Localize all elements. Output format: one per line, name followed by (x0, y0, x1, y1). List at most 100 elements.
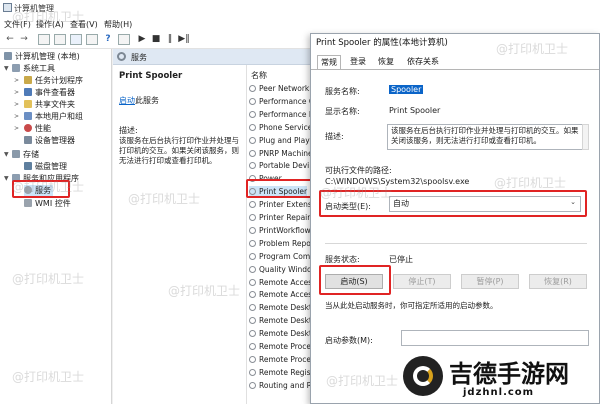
expand-arrow-icon[interactable]: ▼ (4, 175, 9, 182)
up-folder-icon[interactable] (38, 34, 50, 45)
service-name-cell: Routing and R (259, 380, 312, 390)
service-name-cell: Problem Repor (259, 238, 313, 248)
tree-label: WMI 控件 (35, 199, 71, 208)
tree-item-root[interactable]: 计算机管理 (本地) (4, 51, 80, 62)
table-row[interactable]: Performance C (249, 96, 313, 108)
logo-subtext: jdzhnl.com (463, 387, 535, 398)
watermark: @打印机卫士 (12, 272, 85, 286)
table-row[interactable]: Remote Deskt (249, 315, 312, 327)
table-row[interactable]: Routing and R (249, 380, 312, 392)
expand-arrow-icon[interactable]: > (14, 125, 19, 132)
table-row[interactable]: PrintWorkflow (249, 225, 311, 237)
forward-arrow-icon[interactable]: → (18, 34, 30, 45)
tree-item-device-manager[interactable]: 设备管理器 (24, 135, 75, 146)
table-row[interactable]: Remote Regis (249, 367, 311, 379)
stop-button[interactable]: 停止(T) (393, 274, 451, 289)
resume-button[interactable]: 恢复(R) (529, 274, 587, 289)
start-service-link[interactable]: 启动 (119, 96, 135, 105)
export-list-icon[interactable] (86, 34, 98, 45)
column-header-name[interactable]: 名称 (251, 70, 267, 81)
watermark: @打印机卫士 (12, 180, 85, 194)
stop-icon[interactable]: ■ (150, 34, 162, 45)
service-name-cell: Remote Deskt (259, 303, 312, 313)
divider (325, 243, 587, 244)
table-row[interactable]: Remote Acces (249, 277, 312, 289)
expand-arrow-icon[interactable]: > (14, 89, 19, 96)
table-row[interactable]: Remote Deskt (249, 328, 312, 340)
start-params-input[interactable] (401, 330, 589, 346)
panel-title: 服务 (131, 53, 147, 62)
table-row[interactable]: Problem Repor (249, 238, 313, 250)
description-scrollbar[interactable] (582, 124, 589, 150)
tab-general[interactable]: 常规 (317, 55, 341, 69)
table-row[interactable]: Portable Devi (249, 160, 309, 172)
tab-recovery[interactable]: 恢复 (375, 55, 397, 69)
services-list: 名称 Peer Network Performance C Performance … (246, 65, 313, 404)
help-icon[interactable]: ? (102, 34, 114, 45)
tree-item-storage[interactable]: 存储 (12, 149, 39, 160)
service-name-cell: Performance L (259, 109, 313, 119)
show-tree-icon[interactable] (54, 34, 66, 45)
table-row[interactable]: Remote Deskt (249, 302, 312, 314)
service-name-cell: Plug and Play (259, 135, 310, 145)
back-arrow-icon[interactable]: ← (4, 34, 16, 45)
gear-icon (249, 162, 256, 170)
tree-label: 本地用户和组 (35, 112, 83, 121)
gear-icon (249, 355, 256, 363)
tree-item-wmi[interactable]: WMI 控件 (24, 198, 71, 209)
tree-item-disk-management[interactable]: 磁盘管理 (24, 161, 67, 172)
watermark: @打印机卫士 (168, 284, 241, 298)
pause-icon[interactable]: ‖ (164, 34, 176, 45)
table-row[interactable]: Printer Extensi (249, 199, 313, 211)
service-name-value[interactable]: Spooler (389, 85, 424, 94)
play-icon[interactable]: ▶ (136, 34, 148, 45)
clock-icon (24, 76, 32, 84)
expand-arrow-icon[interactable]: ▼ (4, 65, 9, 72)
gear-icon (249, 149, 256, 157)
service-name-cell: PNRP Machine (259, 148, 313, 158)
service-name-cell: Remote Proce (259, 342, 311, 351)
table-row[interactable]: Performance L (249, 109, 313, 121)
gear-icon (249, 136, 256, 144)
expand-arrow-icon[interactable]: ▼ (4, 151, 9, 158)
table-row[interactable]: Plug and Play (249, 135, 310, 147)
tree-label: 存储 (23, 150, 39, 159)
tab-dependencies[interactable]: 依存关系 (404, 55, 442, 69)
menu-help[interactable]: 帮助(H) (104, 19, 132, 30)
table-row[interactable]: Remote Proce (249, 341, 311, 353)
watermark: @打印机卫士 (326, 374, 399, 388)
tree-item-shared-folders[interactable]: 共享文件夹 (24, 99, 75, 110)
pause-button[interactable]: 暂停(P) (461, 274, 519, 289)
expand-arrow-icon[interactable]: > (14, 113, 19, 120)
tree-item-local-users[interactable]: 本地用户和组 (24, 111, 83, 122)
gear-icon (249, 265, 256, 273)
path-label: 可执行文件的路径: (325, 166, 392, 175)
expand-arrow-icon[interactable]: > (14, 77, 19, 84)
gear-icon (249, 381, 256, 389)
tree-item-system-tools[interactable]: 系统工具 (12, 63, 55, 74)
gear-icon (249, 110, 256, 118)
table-row[interactable]: Phone Service (249, 122, 312, 134)
table-row[interactable]: Quality Windo (249, 264, 312, 276)
service-name-cell: Portable Devi (259, 161, 310, 171)
tree-item-task-scheduler[interactable]: 任务计划程序 (24, 75, 83, 86)
table-row[interactable]: Remote Acces (249, 289, 312, 301)
expand-arrow-icon[interactable]: > (14, 101, 19, 108)
table-row[interactable]: Program Comp (249, 251, 313, 263)
tree-item-performance[interactable]: 性能 (24, 123, 51, 134)
refresh-icon[interactable] (70, 34, 82, 45)
restart-icon[interactable]: ▶‖ (178, 34, 190, 45)
table-row[interactable]: Peer Network (249, 83, 309, 95)
device-icon (24, 136, 32, 144)
storage-icon (12, 150, 20, 158)
table-row[interactable]: Remote Proce (249, 354, 311, 366)
table-row[interactable]: Printer Repair (249, 212, 310, 224)
performance-icon (24, 124, 32, 132)
description-textbox[interactable]: 该服务在后台执行打印作业并处理与打印机的交互。如果关闭该服务，则无法进行打印或查… (387, 124, 583, 150)
tree-item-event-viewer[interactable]: 事件查看器 (24, 87, 75, 98)
service-name-cell: Performance C (259, 96, 313, 106)
table-row[interactable]: PNRP Machine (249, 148, 313, 160)
tab-logon[interactable]: 登录 (347, 55, 369, 69)
properties-icon[interactable] (118, 34, 130, 45)
gear-icon (249, 123, 256, 131)
